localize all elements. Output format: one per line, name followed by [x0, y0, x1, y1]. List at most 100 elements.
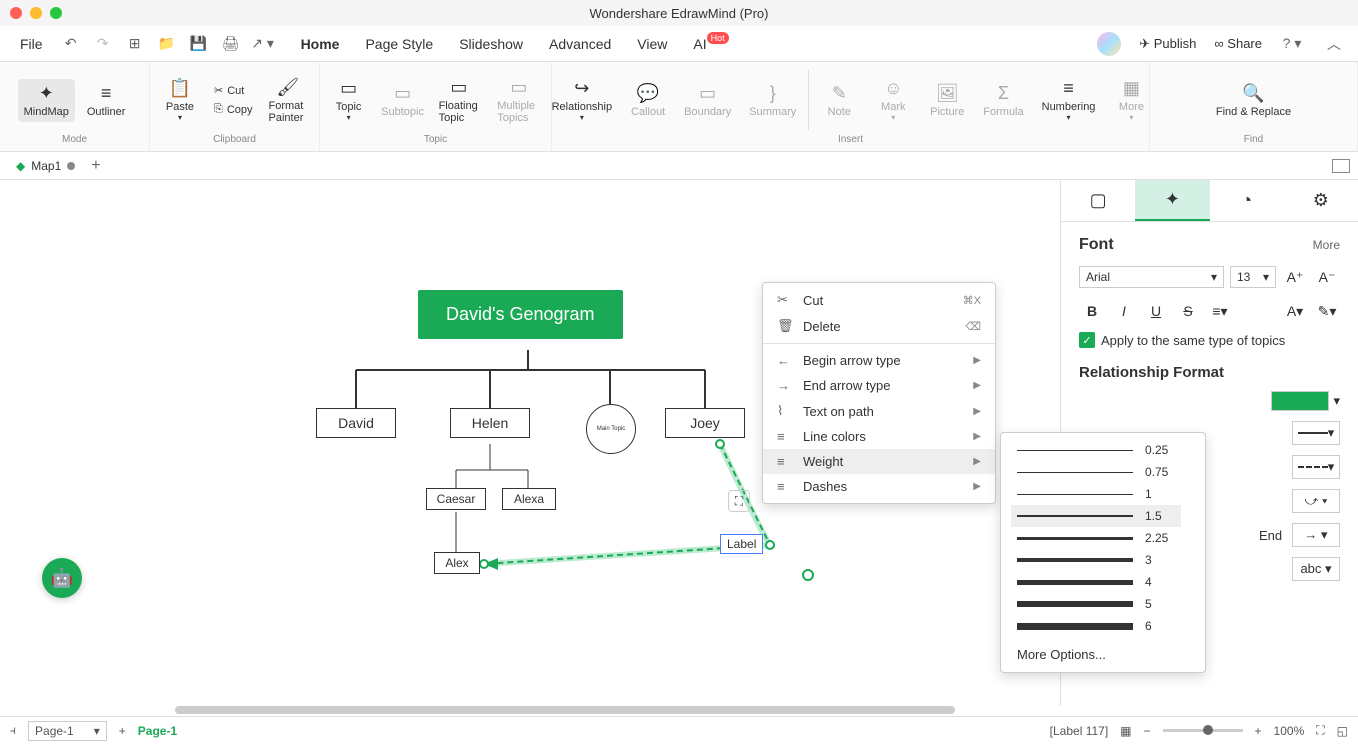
end-arrow-select[interactable]: → ▾ — [1292, 523, 1340, 547]
copy-button[interactable]: ⎘ Copy — [210, 101, 257, 118]
maximize-window-icon[interactable] — [50, 7, 62, 19]
tab-view[interactable]: View — [637, 36, 667, 52]
print-icon[interactable]: 🖨 — [219, 32, 243, 56]
mindmap-button[interactable]: ✦MindMap — [18, 79, 75, 122]
share-button[interactable]: ∞ Share — [1214, 36, 1262, 51]
tab-ai[interactable]: AIHot — [693, 36, 728, 52]
align-icon[interactable]: ≡▾ — [1207, 298, 1233, 324]
apply-same-type-checkbox[interactable]: ✓ — [1079, 332, 1095, 348]
sb-zoom-value[interactable]: 100% — [1274, 724, 1305, 738]
sb-pages-icon[interactable]: ⫞ — [10, 723, 16, 738]
close-window-icon[interactable] — [10, 7, 22, 19]
ctx-dashes[interactable]: ≡Dashes▶ — [763, 474, 995, 499]
ctx-text-on-path[interactable]: ⌇Text on path▶ — [763, 398, 995, 424]
weight-option-3[interactable]: 3 — [1011, 549, 1181, 571]
weight-option-0.25[interactable]: 0.25 — [1011, 439, 1181, 461]
horizontal-scrollbar[interactable] — [175, 706, 955, 714]
highlight-icon[interactable]: ✎▾ — [1314, 298, 1340, 324]
relationship-label[interactable]: Label — [720, 534, 763, 554]
find-replace-button[interactable]: 🔍Find & Replace — [1210, 79, 1297, 122]
sb-zoom-out-icon[interactable]: − — [1144, 724, 1151, 738]
ctx-line-colors[interactable]: ≡Line colors▶ — [763, 424, 995, 449]
ai-assistant-fab[interactable]: 🤖 — [42, 558, 82, 598]
ctx-end-arrow[interactable]: →End arrow type▶ — [763, 373, 995, 398]
topic-caesar[interactable]: Caesar — [426, 488, 486, 510]
sb-zoom-in-icon[interactable]: + — [1255, 724, 1262, 738]
new-icon[interactable]: ⊞ — [123, 32, 147, 56]
boundary-button[interactable]: ▭Boundary — [678, 79, 737, 122]
tab-advanced[interactable]: Advanced — [549, 36, 611, 52]
strike-icon[interactable]: S — [1175, 298, 1201, 324]
multiple-topics-button[interactable]: ▭Multiple Topics — [491, 73, 546, 128]
avatar[interactable] — [1097, 32, 1121, 56]
redo-icon[interactable]: ↷ — [91, 32, 115, 56]
add-doc-tab-icon[interactable]: + — [91, 157, 100, 175]
bold-icon[interactable]: B — [1079, 298, 1105, 324]
ctx-cut[interactable]: ✂Cut⌘X — [763, 287, 995, 313]
line-style-solid-select[interactable]: ▾ — [1292, 421, 1340, 445]
save-icon[interactable]: 💾 — [187, 32, 211, 56]
weight-option-1.5[interactable]: 1.5 — [1011, 505, 1181, 527]
font-more-link[interactable]: More — [1313, 238, 1340, 252]
open-icon[interactable]: 📁 — [155, 32, 179, 56]
publish-button[interactable]: ✈ Publish — [1139, 36, 1196, 52]
weight-option-0.75[interactable]: 0.75 — [1011, 461, 1181, 483]
line-style-dashed-select[interactable]: ▾ — [1292, 455, 1340, 479]
more-insert-button[interactable]: ▦More▾ — [1107, 74, 1155, 126]
export-icon[interactable]: ↗ ▾ — [251, 32, 275, 56]
weight-option-1[interactable]: 1 — [1011, 483, 1181, 505]
increase-font-icon[interactable]: A⁺ — [1282, 264, 1308, 290]
underline-icon[interactable]: U — [1143, 298, 1169, 324]
root-topic[interactable]: David's Genogram — [418, 290, 623, 339]
topic-joey[interactable]: Joey — [665, 408, 745, 438]
topic-button[interactable]: ▭Topic▾ — [325, 74, 373, 126]
font-family-select[interactable]: Arial▾ — [1079, 266, 1224, 288]
collapse-ribbon-icon[interactable]: ︿ — [1322, 32, 1346, 56]
ctx-begin-arrow[interactable]: ←Begin arrow type▶ — [763, 348, 995, 373]
topic-alexa[interactable]: Alexa — [502, 488, 556, 510]
expand-handle-icon[interactable]: ⛶ — [728, 490, 750, 512]
topic-david[interactable]: David — [316, 408, 396, 438]
minimize-window-icon[interactable] — [30, 7, 42, 19]
rp-tab-tag-icon[interactable]: ◔ — [1210, 180, 1284, 221]
rp-tab-style-icon[interactable]: ✦ — [1135, 180, 1209, 221]
format-painter-button[interactable]: 🖌Format Painter — [263, 73, 314, 128]
relationship-button[interactable]: ↪Relationship▾ — [546, 74, 619, 126]
note-button[interactable]: ✎Note — [815, 79, 863, 122]
callout-button[interactable]: 💬Callout — [624, 79, 672, 122]
sb-grid-icon[interactable]: ▦ — [1120, 724, 1131, 738]
zoom-slider[interactable] — [1163, 729, 1243, 732]
rp-tab-settings-icon[interactable]: ⚙ — [1284, 180, 1358, 221]
decrease-font-icon[interactable]: A⁻ — [1314, 264, 1340, 290]
weight-more-options[interactable]: More Options... — [1011, 637, 1195, 666]
tab-slideshow[interactable]: Slideshow — [459, 36, 523, 52]
ctx-weight[interactable]: ≡Weight▶ — [763, 449, 995, 474]
color-dropdown-icon[interactable]: ▾ — [1333, 393, 1340, 409]
outliner-button[interactable]: ≡Outliner — [81, 79, 132, 122]
sb-page-select[interactable]: Page-1▾ — [28, 721, 107, 741]
doc-tab-map1[interactable]: ◆ Map1 — [8, 157, 83, 175]
tab-home[interactable]: Home — [301, 36, 340, 52]
cut-button[interactable]: ✂ Cut — [210, 82, 257, 99]
weight-option-6[interactable]: 6 — [1011, 615, 1181, 637]
font-color-icon[interactable]: A▾ — [1282, 298, 1308, 324]
panel-toggle-icon[interactable] — [1332, 159, 1350, 173]
topic-helen[interactable]: Helen — [450, 408, 530, 438]
topic-alex[interactable]: Alex — [434, 552, 480, 574]
mark-button[interactable]: ☺Mark▾ — [869, 74, 917, 126]
sb-fit-icon[interactable]: ◱ — [1337, 724, 1348, 738]
sb-add-page-icon[interactable]: + — [119, 724, 126, 738]
weight-option-2.25[interactable]: 2.25 — [1011, 527, 1181, 549]
text-path-select[interactable]: abc ▾ — [1292, 557, 1340, 581]
picture-button[interactable]: 🖼Picture — [923, 79, 971, 122]
sb-page-tab[interactable]: Page-1 — [138, 724, 177, 738]
numbering-button[interactable]: ≡Numbering▾ — [1036, 74, 1102, 126]
line-curve-select[interactable]: ⤻ ▾ — [1292, 489, 1340, 513]
weight-option-5[interactable]: 5 — [1011, 593, 1181, 615]
undo-icon[interactable]: ↶ — [59, 32, 83, 56]
ctx-delete[interactable]: 🗑Delete⌫ — [763, 313, 995, 339]
tab-pagestyle[interactable]: Page Style — [365, 36, 433, 52]
font-size-select[interactable]: 13▾ — [1230, 266, 1276, 288]
paste-button[interactable]: 📋Paste▾ — [156, 74, 204, 126]
weight-option-4[interactable]: 4 — [1011, 571, 1181, 593]
